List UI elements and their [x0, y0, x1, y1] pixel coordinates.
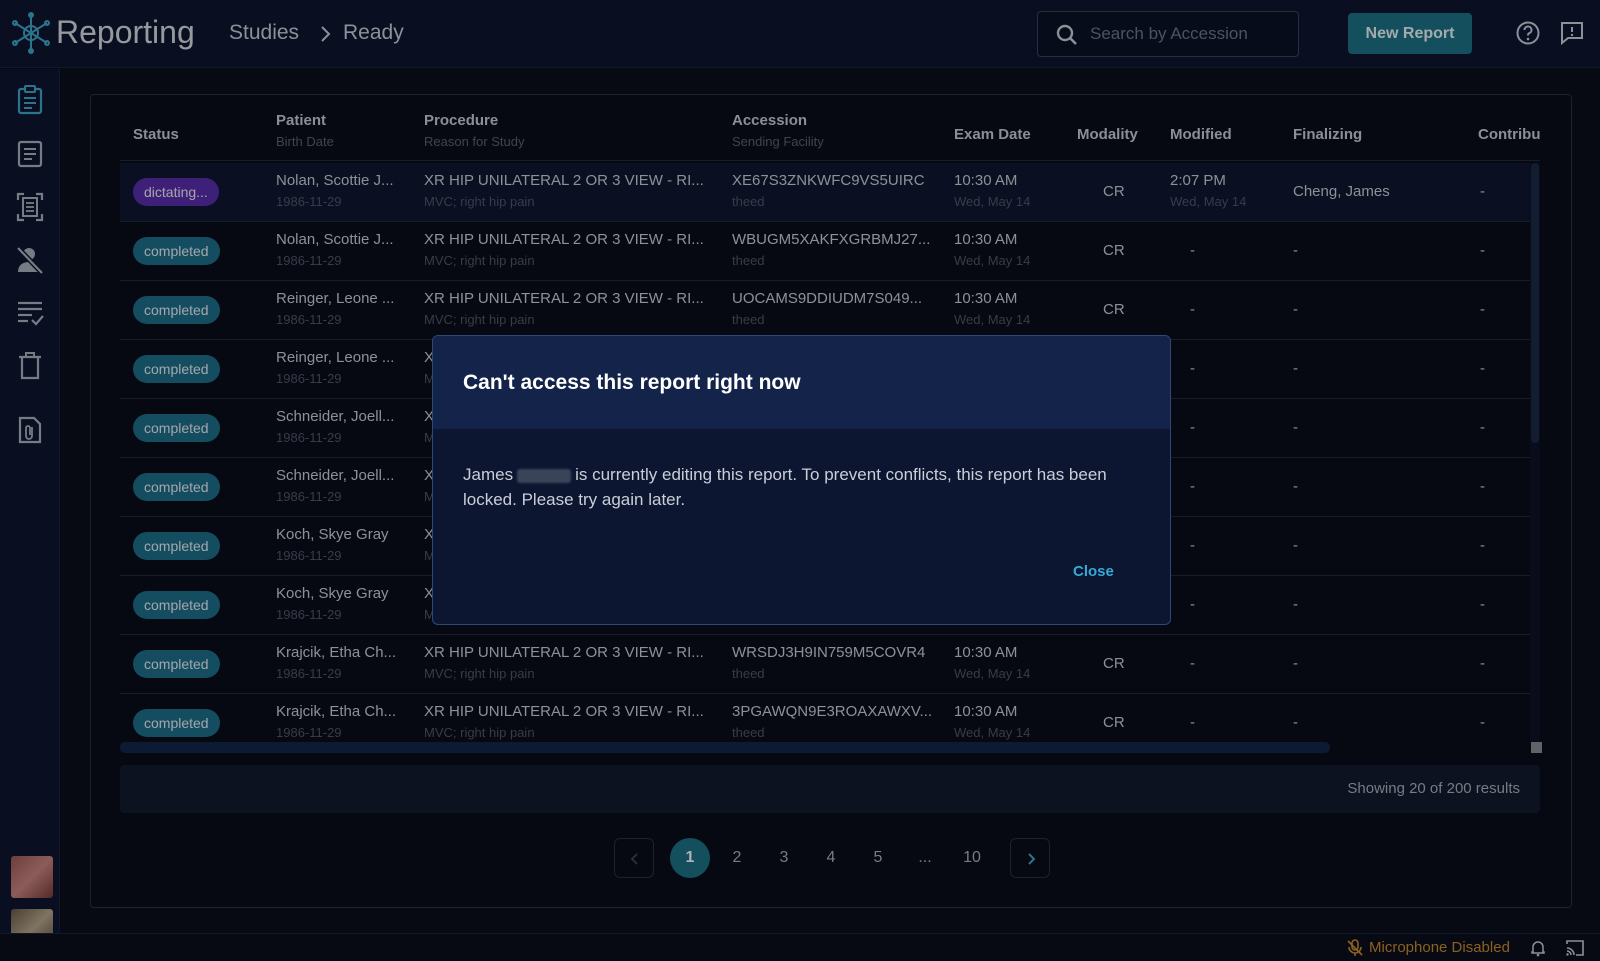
redacted-last-name: [517, 468, 572, 483]
close-button[interactable]: Close: [1073, 563, 1114, 580]
dialog-title: Can't access this report right now: [463, 371, 801, 394]
dialog-header: Can't access this report right now: [433, 336, 1170, 429]
report-locked-dialog: Can't access this report right now James…: [432, 335, 1171, 625]
dialog-message: James is currently editing this report. T…: [463, 462, 1143, 512]
editor-first-name: James: [463, 465, 514, 484]
